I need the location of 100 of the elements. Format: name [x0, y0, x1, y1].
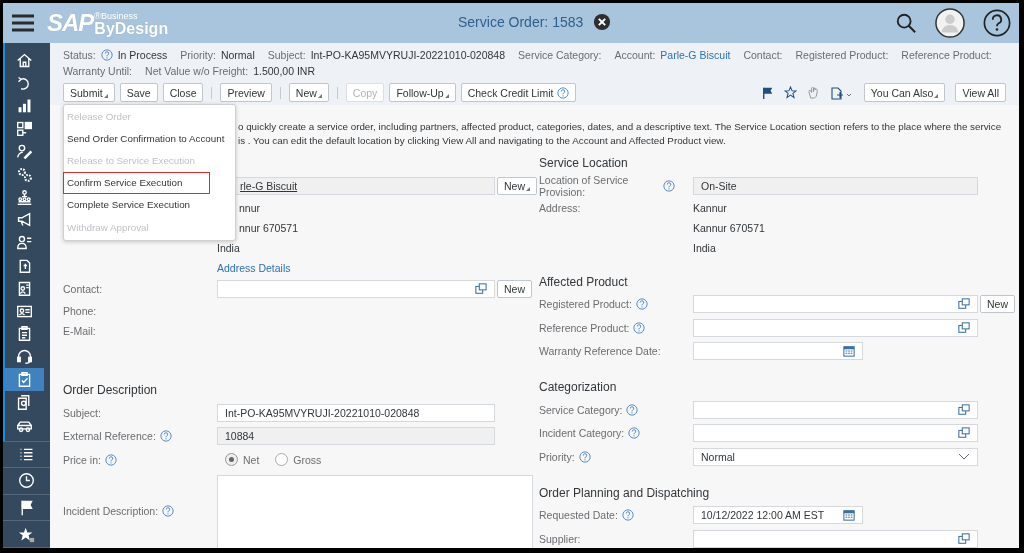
logo-text: ®Business — [94, 12, 139, 21]
input-field[interactable] — [693, 295, 978, 314]
chart-grid-icon — [16, 120, 33, 138]
toolbar-button[interactable]: Follow-Up — [389, 83, 456, 102]
dropdown-field[interactable]: Normal — [693, 447, 978, 466]
value-help-icon[interactable] — [958, 403, 970, 416]
menu-corner-icon — [317, 94, 322, 98]
field-value: Kannur 670571 — [693, 221, 765, 234]
search-icon[interactable] — [895, 12, 917, 34]
header-label: Contact: — [743, 49, 783, 61]
read-only-field: 10884 — [217, 427, 495, 446]
toolbar-button[interactable]: New — [288, 83, 329, 102]
value-help-icon[interactable] — [958, 321, 970, 334]
toolbar-button[interactable]: Check Credit Limit — [460, 83, 577, 102]
help-icon[interactable] — [983, 9, 1011, 37]
radio-button[interactable]: Net — [225, 453, 260, 467]
field-value: India — [693, 241, 716, 254]
input-field[interactable] — [693, 529, 978, 548]
toolbar-button[interactable]: View All — [955, 83, 1006, 102]
new-button[interactable]: New — [497, 176, 537, 195]
field-value: nnur 670571 — [238, 221, 298, 234]
section-heading: Service Location — [539, 156, 628, 170]
avatar-icon[interactable] — [935, 8, 965, 38]
field-label: Reference Product: — [539, 321, 630, 334]
field-label: External Reference: — [63, 430, 156, 443]
header-label: Reference Product: — [901, 49, 992, 61]
input-field[interactable] — [693, 318, 978, 337]
header-label: Net Value w/o Freight: — [145, 65, 249, 77]
person-list-icon — [16, 234, 33, 252]
star-icon[interactable] — [783, 86, 797, 99]
menu-corner-icon — [103, 94, 108, 98]
add-document-icon[interactable] — [829, 85, 854, 100]
header-value: Int-PO-KA95MVYRUJI-20221010-020848 — [310, 49, 506, 61]
toolbar-button[interactable]: You Can Also — [863, 83, 946, 102]
field-label: Incident Description: — [63, 504, 159, 517]
field-label: Location of Service Provision: — [539, 173, 630, 198]
description-text: o quickly create a service order, including partners, affected product, categories, dates, and a descriptive text. The Service Location section refers to the place where the service is . You can edit the default location by clicking View All and navigating to the Account and Affected Product view. — [238, 120, 1003, 148]
menu-item[interactable]: Complete Service Execution — [64, 193, 235, 216]
text-area-field[interactable] — [217, 474, 533, 548]
header-label: Status: — [63, 49, 96, 61]
read-only-field: On-Site — [693, 176, 978, 195]
field-label: Service Category: — [539, 403, 623, 416]
clipboard-check-icon — [16, 371, 33, 389]
radio-button[interactable]: Gross — [275, 453, 322, 467]
date-field[interactable] — [693, 342, 863, 361]
new-button[interactable]: New — [980, 295, 1015, 314]
menu-corner-icon — [444, 94, 449, 98]
section-heading: Order Planning and Dispatching — [539, 485, 710, 500]
section-heading: Affected Product — [539, 274, 628, 289]
value-help-icon[interactable] — [958, 532, 970, 545]
chevron-down-icon — [958, 452, 970, 461]
clock-icon — [18, 472, 35, 490]
contact-document-icon — [16, 279, 33, 297]
header-value: 1.500,00 INR — [253, 65, 316, 77]
input-field[interactable] — [693, 424, 978, 443]
calendar-icon[interactable] — [843, 345, 855, 358]
header-value: Normal — [220, 49, 255, 61]
field-label: Warranty Reference Date: — [539, 345, 661, 358]
field-label: E-Mail: — [63, 325, 96, 337]
section-heading: Order Description — [63, 383, 158, 397]
menu-corner-icon — [526, 186, 530, 191]
address-details-link[interactable]: Address Details — [217, 261, 291, 274]
field-label: Address: — [539, 201, 581, 214]
menu-corner-icon — [934, 94, 939, 98]
field-label: Contact: — [63, 283, 103, 296]
header-value: In Process — [117, 49, 168, 61]
input-field[interactable]: Int-PO-KA95MVYRUJI-20221010-020848 — [217, 403, 495, 422]
new-button[interactable]: New — [497, 280, 532, 299]
header-label: Account: — [614, 49, 656, 61]
home-icon — [16, 51, 33, 69]
input-field[interactable] — [217, 280, 495, 299]
person-edit-icon — [16, 143, 33, 161]
field-label: Supplier: — [539, 532, 581, 545]
flag-icon[interactable] — [761, 86, 774, 99]
date-field[interactable]: 10/12/2022 12:00 AM EST — [693, 506, 863, 525]
value-help-icon[interactable] — [958, 298, 970, 311]
field-label: Requested Date: — [539, 509, 618, 522]
toolbar-button[interactable]: Close — [162, 83, 204, 102]
menu-icon[interactable] — [11, 13, 35, 33]
logo-text: SAP — [47, 9, 94, 36]
input-field[interactable] — [693, 400, 978, 419]
window-title: Service Order: 1583 — [458, 14, 584, 30]
logo-text: ByDesign — [94, 21, 169, 37]
toolbar-button[interactable]: Preview — [220, 83, 272, 102]
value-help-icon[interactable] — [475, 283, 487, 296]
star-icon — [18, 525, 35, 543]
toolbar-button[interactable]: Save — [119, 83, 158, 102]
menu-item[interactable]: Confirm Service Execution — [63, 171, 210, 194]
header-label: Registered Product: — [795, 49, 889, 61]
close-icon[interactable] — [593, 13, 612, 31]
field-label: Registered Product: — [539, 298, 632, 311]
account-link[interactable]: Parle-G Biscuit — [660, 49, 731, 61]
calendar-icon[interactable] — [843, 509, 855, 522]
value-help-icon[interactable] — [958, 427, 970, 440]
headset-icon — [16, 348, 33, 366]
sidebar-item[interactable] — [5, 368, 44, 391]
menu-item[interactable]: Send Order Confirmation to Account — [64, 127, 235, 150]
field-label: Incident Category: — [539, 427, 625, 440]
field-value: Kannur — [693, 201, 727, 214]
toolbar-button[interactable]: Submit — [63, 83, 115, 102]
